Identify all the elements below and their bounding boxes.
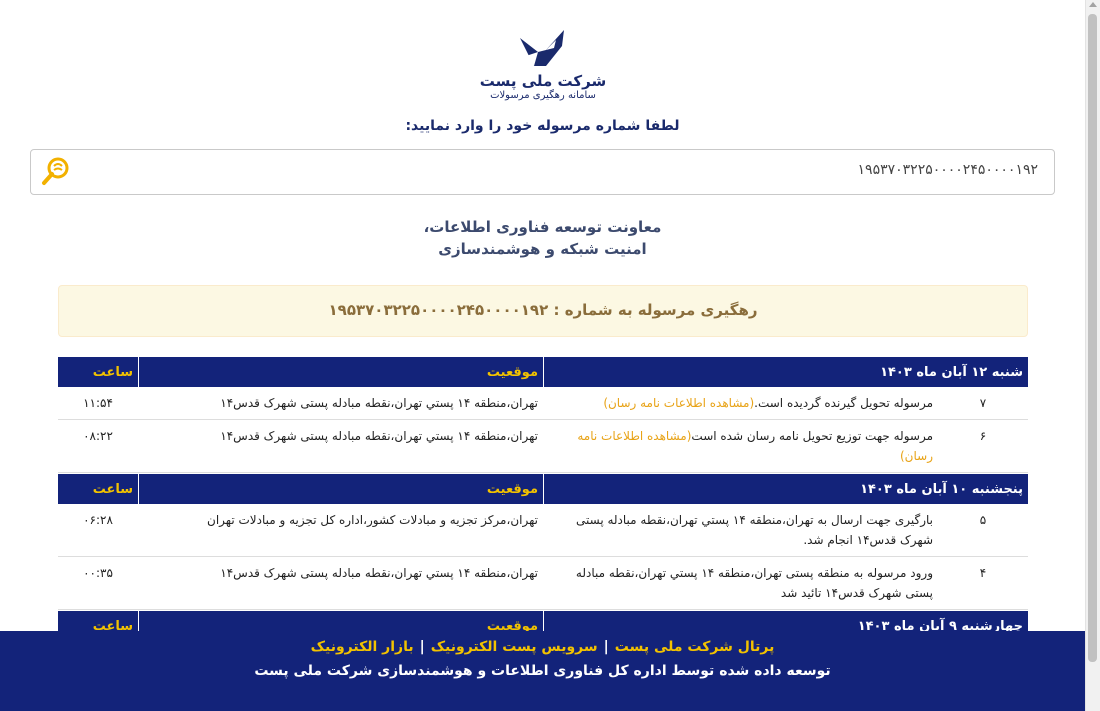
search-button[interactable]	[39, 156, 71, 188]
description-text: مرسوله جهت توزیع تحویل نامه رسان شده است	[691, 429, 933, 443]
footer-separator: |	[419, 639, 425, 655]
row-location: تهران،منطقه ۱۴ پستي تهران،نقطه مبادله پس…	[220, 566, 538, 580]
logo-name: شرکت ملی پست	[479, 72, 607, 90]
time-header: ساعت	[92, 364, 133, 380]
day-header: شنبه ۱۲ آبان ماه ۱۴۰۳ موقعیت ساعت	[58, 356, 1028, 387]
department-line-1: معاونت توسعه فناوری اطلاعات،	[423, 218, 662, 236]
footer-credit: توسعه داده شده توسط اداره کل فناوری اطلا…	[254, 663, 831, 679]
footer: پرتال شرکت ملی پست | سرویس پست الکترونیک | ب…	[0, 631, 1085, 711]
table-row: ۵ بارگیری جهت ارسال به تهران،منطقه ۱۴ پس…	[58, 504, 1028, 557]
row-number: ۷	[979, 396, 987, 410]
location-header: موقعیت	[138, 357, 543, 387]
row-number: ۵	[979, 513, 987, 527]
footer-separator: |	[603, 639, 609, 655]
tracking-banner: رهگیری مرسوله به شماره : ۱۹۵۳۷۰۳۲۲۵۰۰۰۰۲…	[58, 285, 1028, 337]
row-time: ۰۰:۳۵	[83, 566, 113, 580]
row-number: ۴	[979, 566, 987, 580]
table-row: ۶ مرسوله جهت توزیع تحویل نامه رسان شده ا…	[58, 420, 1028, 473]
row-location: تهران،منطقه ۱۴ پستي تهران،نقطه مبادله پس…	[220, 396, 538, 410]
tracking-search-field[interactable]: ۱۹۵۳۷۰۳۲۲۵۰۰۰۰۲۴۵۰۰۰۰۱۹۲	[30, 149, 1055, 195]
day-date: شنبه ۱۲ آبان ماه ۱۴۰۳	[543, 357, 1028, 387]
table-row: ۴ ورود مرسوله به منطقه پستی تهران،منطقه …	[58, 557, 1028, 610]
department-title: معاونت توسعه فناوری اطلاعات، امنیت شبکه …	[0, 216, 1085, 260]
scrollbar[interactable]	[1085, 0, 1100, 711]
tracking-table: شنبه ۱۲ آبان ماه ۱۴۰۳ موقعیت ساعت ۷ مرسو…	[58, 356, 1028, 641]
scroll-up-arrow-icon[interactable]	[1089, 2, 1097, 7]
tracking-page: شرکت ملی پست سامانه رهگیری مرسولات لطفا …	[0, 0, 1085, 711]
row-description: مرسوله تحویل گیرنده گردیده است.(مشاهده ا…	[543, 387, 938, 419]
day-header: پنجشنبه ۱۰ آبان ماه ۱۴۰۳ موقعیت ساعت	[58, 473, 1028, 504]
row-description: بارگیری جهت ارسال به تهران،منطقه ۱۴ پستي…	[575, 513, 933, 547]
footer-links: پرتال شرکت ملی پست | سرویس پست الکترونیک | ب…	[0, 639, 1085, 655]
row-location: تهران،مرکز تجزیه و مبادلات کشور،اداره کل…	[207, 513, 538, 527]
footer-link-email[interactable]: سرویس پست الکترونیک	[431, 639, 598, 655]
post-logo: شرکت ملی پست سامانه رهگیری مرسولات	[478, 26, 608, 110]
row-description: ورود مرسوله به منطقه پستی تهران،منطقه ۱۴…	[575, 566, 933, 600]
row-time: ۱۱:۵۴	[83, 396, 113, 410]
tracking-prompt: لطفا شماره مرسوله خود را وارد نمایید:	[405, 118, 680, 134]
logo-subtitle: سامانه رهگیری مرسولات	[490, 90, 596, 101]
department-line-2: امنیت شبکه و هوشمندسازی	[438, 240, 647, 258]
search-icon	[42, 157, 69, 185]
time-header: ساعت	[92, 481, 133, 497]
dove-logo-icon	[520, 30, 564, 66]
location-header: موقعیت	[138, 474, 543, 504]
day-date: پنجشنبه ۱۰ آبان ماه ۱۴۰۳	[543, 474, 1028, 504]
row-description: مرسوله جهت توزیع تحویل نامه رسان شده است…	[543, 420, 938, 472]
description-text: مرسوله تحویل گیرنده گردیده است.	[754, 396, 933, 410]
footer-link-market[interactable]: بازار الکترونیک	[311, 639, 414, 655]
scrollbar-thumb[interactable]	[1088, 14, 1097, 662]
row-number: ۶	[979, 429, 987, 443]
row-time: ۰۸:۲۲	[83, 429, 113, 443]
tracking-number-input[interactable]: ۱۹۵۳۷۰۳۲۲۵۰۰۰۰۲۴۵۰۰۰۰۱۹۲	[858, 162, 1038, 178]
footer-link-portal[interactable]: پرتال شرکت ملی پست	[615, 639, 775, 655]
row-location: تهران،منطقه ۱۴ پستي تهران،نقطه مبادله پس…	[220, 429, 538, 443]
row-time: ۰۶:۲۸	[83, 513, 113, 527]
table-row: ۷ مرسوله تحویل گیرنده گردیده است.(مشاهده…	[58, 387, 1028, 420]
courier-info-link[interactable]: (مشاهده اطلاعات نامه رسان)	[603, 396, 754, 410]
